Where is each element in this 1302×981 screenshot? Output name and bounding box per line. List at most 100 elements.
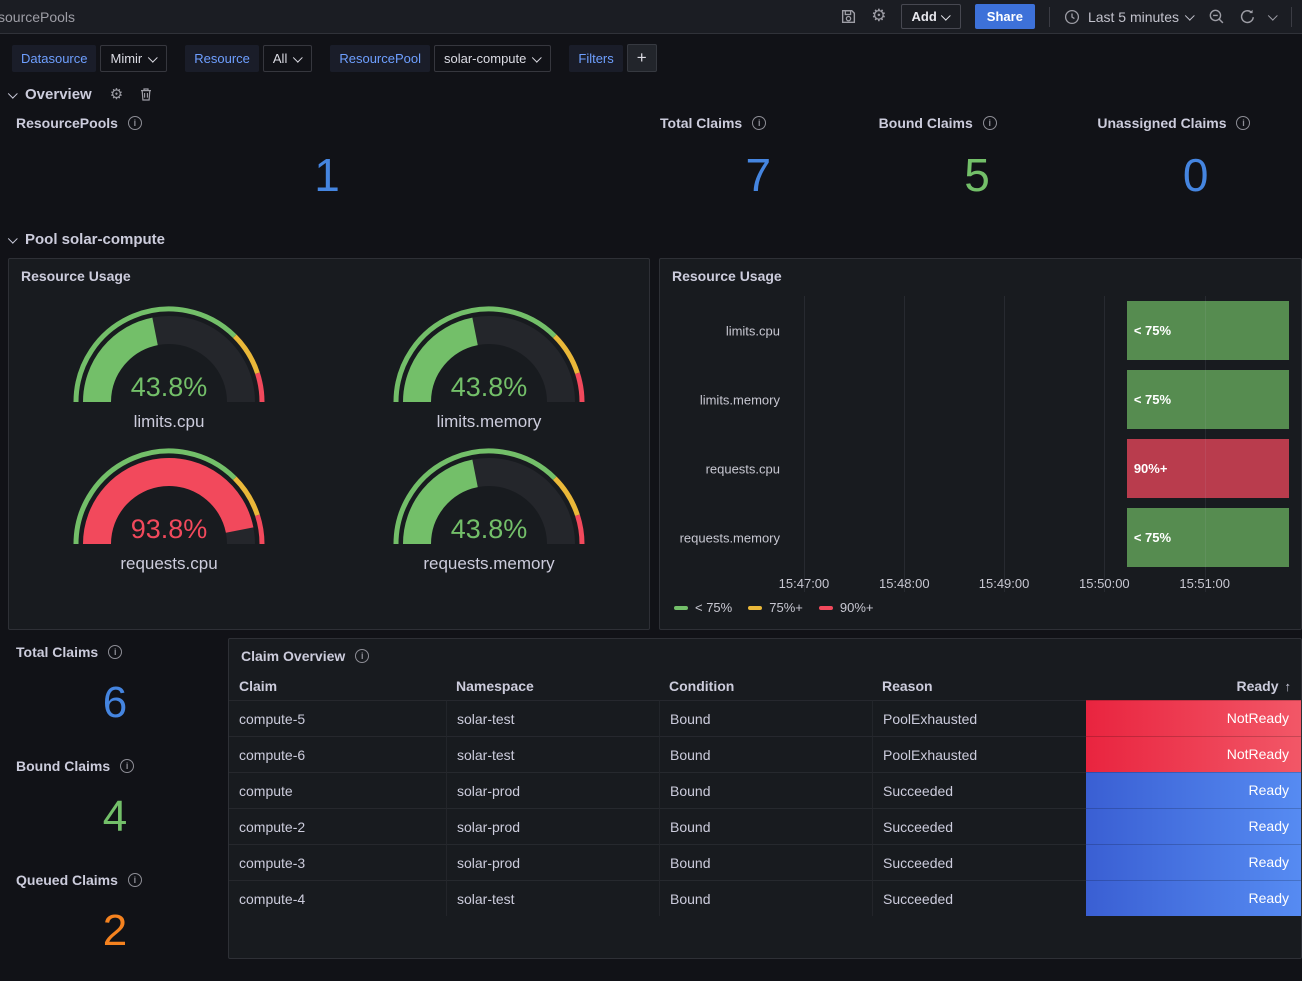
cell-condition: Bound xyxy=(659,700,872,736)
info-icon[interactable] xyxy=(355,649,369,663)
legend-label: 75%+ xyxy=(769,600,803,615)
save-icon[interactable] xyxy=(840,8,857,25)
column-header-namespace[interactable]: Namespace xyxy=(446,678,659,694)
stat-title: Total Claims xyxy=(660,115,742,131)
refresh-interval-chevron-icon[interactable] xyxy=(1268,11,1278,21)
timeline-row-label: limits.memory xyxy=(659,392,780,407)
legend-item[interactable]: 90%+ xyxy=(819,600,874,615)
settings-gear-icon[interactable]: ⚙ xyxy=(871,8,886,25)
panel-title-text: Claim Overview xyxy=(241,648,345,664)
svg-text:43.8%: 43.8% xyxy=(451,514,528,544)
timeline-x-axis: 15:47:0015:48:0015:49:0015:50:0015:51:00 xyxy=(790,572,1289,592)
add-button[interactable]: Add xyxy=(901,4,961,29)
datasource-value: Mimir xyxy=(110,51,142,66)
cell-reason: Succeeded xyxy=(872,772,1086,808)
cell-claim: compute-6 xyxy=(229,736,446,772)
timeline-row-requests.memory: requests.memory< 75% xyxy=(790,503,1289,572)
panel-title[interactable]: Resource Usage xyxy=(9,259,649,286)
chevron-down-icon xyxy=(532,52,542,62)
cell-ready: NotReady xyxy=(1086,700,1301,736)
timeline-rows: limits.cpu< 75%limits.memory< 75%request… xyxy=(790,296,1289,572)
row-pool[interactable]: Pool solar-compute xyxy=(0,225,1302,252)
panel-title[interactable]: Claim Overview xyxy=(229,639,1301,666)
claim-overview-panel: Claim Overview ClaimNamespaceConditionRe… xyxy=(228,638,1302,959)
info-icon[interactable] xyxy=(120,759,134,773)
legend-swatch xyxy=(748,606,762,610)
refresh-icon[interactable] xyxy=(1239,8,1256,25)
column-header-reason[interactable]: Reason xyxy=(872,678,1086,694)
cell-reason: Succeeded xyxy=(872,844,1086,880)
info-icon[interactable] xyxy=(752,116,766,130)
stat-title: ResourcePools xyxy=(16,115,118,131)
divider xyxy=(1291,7,1292,27)
x-axis-tick: 15:49:00 xyxy=(979,576,1030,591)
cell-claim: compute xyxy=(229,772,446,808)
x-axis-tick: 15:47:00 xyxy=(779,576,830,591)
cell-reason: Succeeded xyxy=(872,880,1086,916)
stat-title: Queued Claims xyxy=(16,872,118,888)
share-button[interactable]: Share xyxy=(975,4,1035,29)
column-header-claim[interactable]: Claim xyxy=(229,678,446,694)
resourcepool-select[interactable]: solar-compute xyxy=(434,45,551,72)
stat-value: 0 xyxy=(1097,131,1294,219)
x-axis-tick: 15:48:00 xyxy=(879,576,930,591)
datasource-label: Datasource xyxy=(12,45,96,72)
stat-title: Total Claims xyxy=(16,644,98,660)
top-nav-bar: sourcePools ⚙ Add Share Last 5 minutes xyxy=(0,0,1302,34)
cell-condition: Bound xyxy=(659,772,872,808)
gauge-limits.memory: 43.8%limits.memory xyxy=(329,296,649,432)
resource-value: All xyxy=(273,51,287,66)
claims-row: Total Claims6Bound Claims4Queued Claims2… xyxy=(0,630,1302,980)
cell-namespace: solar-prod xyxy=(446,808,659,844)
timeline-state-bar: < 75% xyxy=(1127,370,1289,429)
panel-title[interactable]: Resource Usage xyxy=(660,259,1301,286)
zoom-out-icon[interactable] xyxy=(1208,8,1225,25)
legend-item[interactable]: < 75% xyxy=(674,600,732,615)
datasource-select[interactable]: Mimir xyxy=(100,45,167,72)
time-range-picker[interactable]: Last 5 minutes xyxy=(1064,9,1194,25)
info-icon[interactable] xyxy=(1236,116,1250,130)
add-filter-button[interactable]: + xyxy=(627,44,657,72)
stat-panel: Bound Claims5 xyxy=(871,109,1084,225)
timeline-state-label: < 75% xyxy=(1127,323,1171,338)
table-row: compute-2solar-prodBoundSucceededReady xyxy=(229,808,1301,844)
table-row: compute-3solar-prodBoundSucceededReady xyxy=(229,844,1301,880)
column-header-condition[interactable]: Condition xyxy=(659,678,872,694)
gauge-requests.cpu: 93.8%requests.cpu xyxy=(9,438,329,574)
column-header-ready[interactable]: Ready↑ xyxy=(1086,678,1301,694)
timeline-state-bar: < 75% xyxy=(1127,508,1289,567)
sort-asc-icon: ↑ xyxy=(1285,679,1292,694)
legend-item[interactable]: 75%+ xyxy=(748,600,803,615)
row-overview[interactable]: Overview ⚙ xyxy=(0,80,1302,107)
svg-text:43.8%: 43.8% xyxy=(131,372,208,402)
info-icon[interactable] xyxy=(983,116,997,130)
stat-panel: Queued Claims2 xyxy=(8,866,222,980)
row-overview-title: Overview xyxy=(25,86,92,103)
info-icon[interactable] xyxy=(128,116,142,130)
row-pool-title: Pool solar-compute xyxy=(25,231,165,248)
resource-select[interactable]: All xyxy=(263,45,312,72)
adhoc-filters: Filters + xyxy=(569,44,656,72)
cell-condition: Bound xyxy=(659,844,872,880)
stat-title: Unassigned Claims xyxy=(1097,115,1226,131)
cell-reason: PoolExhausted xyxy=(872,736,1086,772)
stat-panel: Unassigned Claims0 xyxy=(1089,109,1302,225)
gauge-label: limits.cpu xyxy=(134,412,205,432)
cell-claim: compute-2 xyxy=(229,808,446,844)
timeline-state-bar: < 75% xyxy=(1127,301,1289,360)
info-icon[interactable] xyxy=(128,873,142,887)
stat-panel: Total Claims6 xyxy=(8,638,222,752)
info-icon[interactable] xyxy=(108,645,122,659)
chevron-down-icon xyxy=(941,11,951,21)
stat-value: 1 xyxy=(16,131,638,219)
timeline-state-bar: 90%+ xyxy=(1127,439,1289,498)
collapse-chevron-icon xyxy=(8,89,18,99)
cell-namespace: solar-test xyxy=(446,700,659,736)
row-settings-gear-icon[interactable]: ⚙ xyxy=(110,87,123,102)
gauge-label: requests.cpu xyxy=(120,554,217,574)
add-button-label: Add xyxy=(912,9,937,24)
row-delete-trash-icon[interactable] xyxy=(139,87,153,102)
cell-condition: Bound xyxy=(659,808,872,844)
resource-usage-timeline-panel: Resource Usage limits.cpu< 75%limits.mem… xyxy=(659,258,1302,630)
gauge-requests.memory: 43.8%requests.memory xyxy=(329,438,649,574)
